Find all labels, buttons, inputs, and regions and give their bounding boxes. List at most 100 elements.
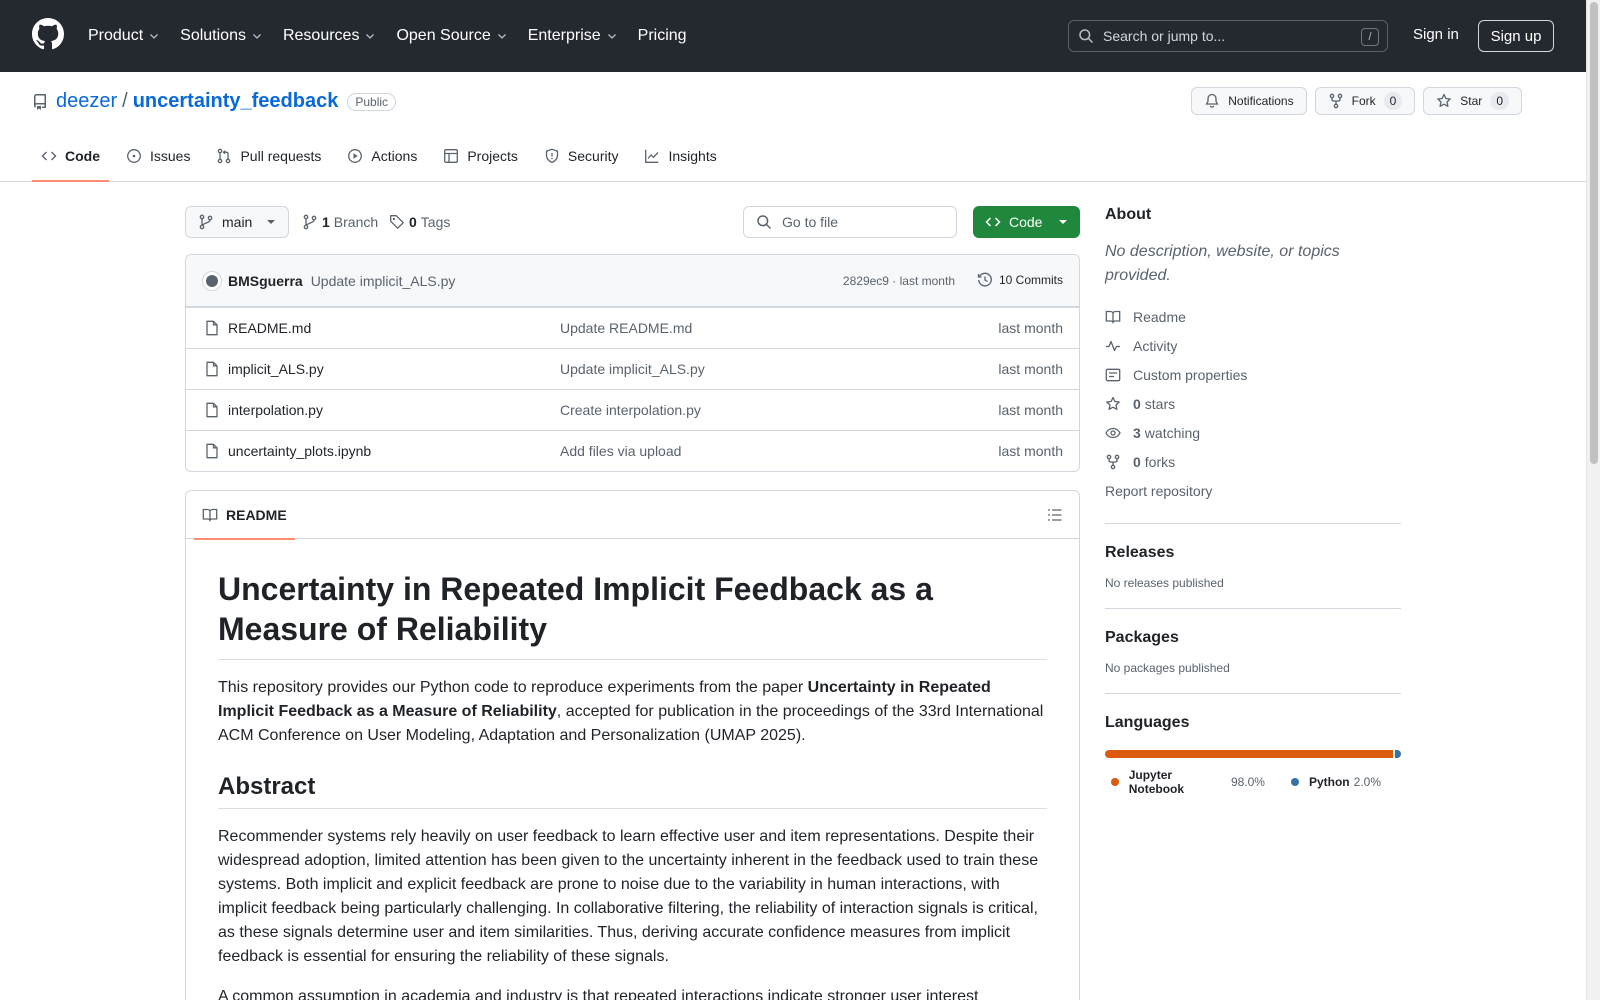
nav-open-source-label: Open Source — [396, 27, 491, 44]
file-row[interactable]: implicit_ALS.py Update implicit_ALS.py l… — [186, 348, 1079, 389]
tab-security[interactable]: Security — [535, 132, 628, 180]
repo-icon — [32, 93, 48, 110]
search-icon — [756, 214, 772, 230]
nav-enterprise-label: Enterprise — [527, 27, 601, 44]
watching-link[interactable]: 3 watching — [1105, 418, 1401, 447]
file-name-link[interactable]: uncertainty_plots.ipynb — [228, 443, 371, 459]
tags-link[interactable]: 0 Tags — [389, 206, 450, 238]
readme-intro-before: This repository provides our Python code… — [218, 679, 808, 696]
forks-link[interactable]: 0 forks — [1105, 447, 1401, 476]
avatar[interactable] — [202, 270, 222, 291]
file-row[interactable]: interpolation.py Create interpolation.py… — [186, 389, 1079, 430]
file-name-link[interactable]: implicit_ALS.py — [228, 361, 324, 377]
star-count: 0 — [1490, 92, 1509, 110]
branch-selector[interactable]: main — [185, 206, 289, 238]
tab-projects[interactable]: Projects — [434, 132, 527, 180]
nav-open-source[interactable]: Open Source — [396, 27, 507, 45]
page-scrollbar[interactable] — [1586, 0, 1600, 1000]
tab-code[interactable]: Code — [32, 132, 109, 182]
nav-pricing[interactable]: Pricing — [638, 27, 687, 45]
notifications-button[interactable]: Notifications — [1191, 87, 1307, 115]
readme-link[interactable]: Readme — [1105, 302, 1401, 331]
stars-link[interactable]: 0 stars — [1105, 389, 1401, 418]
tab-pull-requests[interactable]: Pull requests — [207, 132, 330, 180]
table-icon — [443, 148, 459, 164]
outline-list-icon[interactable] — [1047, 507, 1063, 523]
forks-label: forks — [1144, 453, 1176, 470]
nav-solutions[interactable]: Solutions — [180, 27, 263, 45]
main-content: main 1 Branch 0 Tags Go to file Code BMS… — [185, 206, 1080, 1000]
book-icon — [202, 507, 218, 523]
file-icon — [204, 320, 220, 336]
nav-enterprise[interactable]: Enterprise — [528, 27, 618, 45]
custom-properties-label: Custom properties — [1133, 366, 1248, 383]
readme-tab[interactable]: README — [194, 491, 295, 540]
chevron-down-icon — [148, 30, 160, 42]
file-name-link[interactable]: interpolation.py — [228, 402, 323, 418]
language-list: Jupyter Notebook 98.0% Python 2.0% — [1105, 768, 1401, 796]
star-icon — [1105, 396, 1121, 412]
branch-count: 1 — [322, 214, 330, 230]
graph-icon — [644, 148, 660, 164]
file-row[interactable]: README.md Update README.md last month — [186, 307, 1079, 348]
tab-insights[interactable]: Insights — [635, 132, 725, 180]
play-icon — [347, 148, 363, 164]
github-logo-icon[interactable] — [32, 18, 64, 50]
nav-resources[interactable]: Resources — [283, 27, 376, 45]
commit-message-link[interactable]: Update implicit_ALS.py — [311, 273, 456, 289]
global-search-input[interactable]: Search or jump to... / — [1068, 20, 1388, 52]
file-commit-message[interactable]: Create interpolation.py — [560, 402, 701, 418]
file-commit-message[interactable]: Add files via upload — [560, 443, 681, 459]
code-icon — [985, 214, 1001, 230]
file-name-link[interactable]: README.md — [228, 320, 311, 336]
file-list: BMSguerra Update implicit_ALS.py 2829ec9… — [185, 254, 1080, 472]
branch-name: main — [222, 214, 253, 230]
commit-hash-time[interactable]: 2829ec9 · last month — [843, 274, 955, 288]
branches-link[interactable]: 1 Branch — [302, 206, 378, 238]
search-icon — [1078, 28, 1094, 44]
go-to-file-input[interactable]: Go to file — [743, 206, 957, 238]
latest-commit-bar: BMSguerra Update implicit_ALS.py 2829ec9… — [186, 255, 1079, 307]
stars-count: 0 — [1133, 395, 1141, 412]
sign-in-link[interactable]: Sign in — [1413, 26, 1459, 43]
code-dropdown-button[interactable]: Code — [973, 206, 1080, 238]
about-heading: About — [1105, 206, 1152, 223]
history-icon — [977, 272, 993, 288]
global-nav: Product Solutions Resources Open Source … — [88, 0, 707, 72]
packages-section: Packages No packages published — [1105, 608, 1401, 675]
releases-section: Releases No releases published — [1105, 523, 1401, 590]
releases-heading[interactable]: Releases — [1105, 544, 1401, 562]
tab-pull-requests-label: Pull requests — [240, 148, 322, 164]
sign-up-button[interactable]: Sign up — [1478, 20, 1554, 52]
repo-owner-link[interactable]: deezer — [56, 90, 117, 113]
language-dot-jupyter — [1111, 778, 1119, 786]
tab-issues[interactable]: Issues — [117, 132, 199, 180]
fork-button[interactable]: Fork 0 — [1314, 87, 1416, 115]
readme-tab-label: README — [226, 507, 287, 523]
eye-icon — [1105, 425, 1121, 441]
repo-name-link[interactable]: uncertainty_feedback — [133, 90, 339, 113]
stars-label: stars — [1144, 395, 1176, 412]
repo-path-separator: / — [122, 90, 128, 112]
commit-author-link[interactable]: BMSguerra — [228, 273, 303, 289]
language-item[interactable]: Python 2.0% — [1285, 768, 1381, 796]
packages-heading[interactable]: Packages — [1105, 629, 1401, 647]
commits-link[interactable]: 10 Commits — [977, 272, 1063, 288]
tab-actions[interactable]: Actions — [338, 132, 426, 180]
nav-product[interactable]: Product — [88, 27, 160, 45]
file-commit-message[interactable]: Update README.md — [560, 320, 692, 336]
repo-tabs: Code Issues Pull requests Actions Projec… — [32, 132, 734, 182]
star-label: Star — [1460, 94, 1483, 108]
language-item[interactable]: Jupyter Notebook 98.0% — [1105, 768, 1265, 796]
issue-icon — [126, 148, 142, 164]
custom-properties-link[interactable]: Custom properties — [1105, 360, 1401, 389]
tag-count: 0 — [409, 214, 417, 230]
file-commit-message[interactable]: Update implicit_ALS.py — [560, 361, 705, 377]
chevron-down-icon — [496, 30, 508, 42]
scrollbar-thumb[interactable] — [1590, 2, 1598, 464]
note-icon — [1105, 367, 1121, 383]
star-button[interactable]: Star 0 — [1423, 87, 1522, 115]
file-row[interactable]: uncertainty_plots.ipynb Add files via up… — [186, 430, 1079, 471]
report-repository-link[interactable]: Report repository — [1105, 476, 1401, 505]
activity-link[interactable]: Activity — [1105, 331, 1401, 360]
